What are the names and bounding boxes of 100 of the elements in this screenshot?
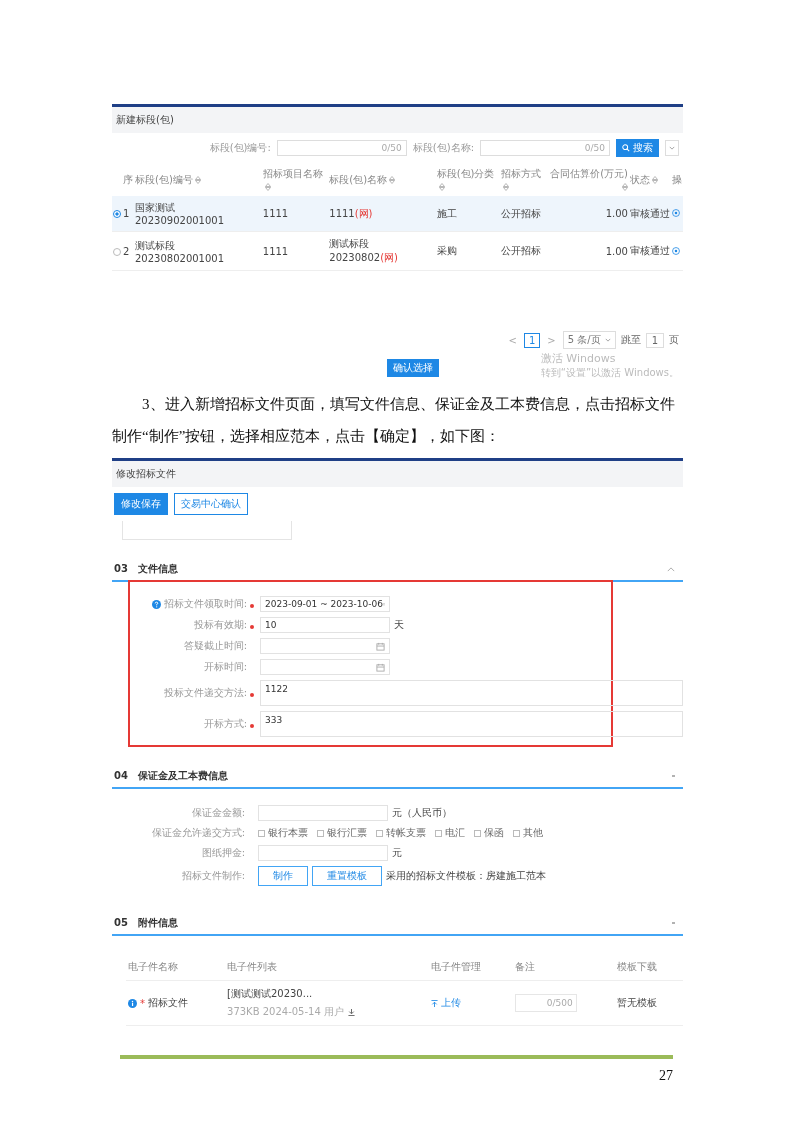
table-cell: 1.00 <box>605 245 628 257</box>
column-header: 序 <box>123 173 133 185</box>
column-header: 备注 <box>514 961 535 972</box>
section-header: 05 附件信息 <box>112 912 683 936</box>
checkbox[interactable]: 其他 <box>513 826 543 840</box>
unit-text: 元 <box>392 846 402 860</box>
upload-icon <box>431 999 439 1007</box>
table-cell: 招标文件 <box>148 996 188 1010</box>
table-cell: 1111 <box>329 207 355 219</box>
template-button[interactable]: 重置模板 <box>312 866 382 886</box>
column-header: 电子件管理 <box>431 961 482 972</box>
template-button[interactable]: 制作 <box>258 866 308 886</box>
text-area[interactable]: 1122 <box>260 680 683 706</box>
table-cell: 采购 <box>436 245 457 256</box>
input-field[interactable] <box>258 845 388 861</box>
instruction-paragraph: 3、进入新增招标文件页面，填写文件信息、保证金及工本费信息，点击招标文件制作“制作”按钮，选择相应范本，点击【确定】，如下图： <box>112 395 676 446</box>
section-header: 03 文件信息 <box>112 558 683 582</box>
network-tag: (网) <box>354 207 373 219</box>
table-cell: 审核通过 <box>629 245 670 256</box>
sort-icon[interactable] <box>621 183 628 191</box>
column-header: 电子件列表 <box>227 961 277 972</box>
date-field[interactable] <box>260 638 390 654</box>
caret-icon <box>604 338 611 342</box>
table-cell: 1 <box>123 208 130 219</box>
column-header: 电子件名称 <box>128 961 178 972</box>
chevron-up-icon[interactable] <box>667 566 675 572</box>
row-radio[interactable] <box>113 210 121 218</box>
calendar-icon[interactable] <box>376 641 385 651</box>
table-cell: 公开招标 <box>500 245 541 256</box>
field-label: 投标有效期: <box>193 618 247 632</box>
checkbox[interactable]: 转帐支票 <box>376 826 426 840</box>
date-field[interactable]: 2023-09-01 ~ 2023-10-06 <box>260 596 390 612</box>
table-cell: 施工 <box>436 207 457 219</box>
table-cell: 测试标段20230802 <box>329 238 381 263</box>
jump-label: 跳至 <box>620 333 641 347</box>
sort-icon[interactable] <box>264 183 271 191</box>
sort-icon[interactable] <box>194 175 201 184</box>
column-header: 合同估算价(万元) <box>550 168 628 179</box>
column-header: 状态 <box>629 173 650 185</box>
column-header: 招标方式 <box>500 168 541 179</box>
column-header: 标段(包)名称 <box>329 173 388 185</box>
field-label: 答疑截止时间: <box>183 639 247 653</box>
file-meta: 373KB 2024-05-14 用户 <box>227 1005 344 1019</box>
caret-icon <box>669 146 675 150</box>
checkbox[interactable]: 银行汇票 <box>317 826 367 840</box>
table-cell: 2 <box>123 245 130 257</box>
sort-icon[interactable] <box>502 183 509 191</box>
section-header: 04 保证金及工本费信息 <box>112 765 683 789</box>
text-area[interactable]: 333 <box>260 711 683 737</box>
confirm-button[interactable]: 确认选择 <box>387 359 439 377</box>
required-marker: * <box>140 997 145 1009</box>
file-link[interactable]: [测试测试20230... <box>227 987 428 1001</box>
sort-icon[interactable] <box>389 175 396 184</box>
page-jump-field[interactable]: 1 <box>645 332 664 348</box>
upload-button[interactable]: 上传 <box>431 996 462 1010</box>
column-header: 标段(包)编号 <box>135 173 193 185</box>
field-label: 开标方式: <box>203 717 247 731</box>
panel-title: 修改招标文件 <box>112 461 683 487</box>
panel-title: 新建标段(包) <box>112 107 683 133</box>
page-suffix: 页 <box>669 333 679 347</box>
field-label: 招标文件制作: <box>181 869 245 883</box>
action-button[interactable]: 修改保存 <box>114 493 168 515</box>
calendar-icon[interactable] <box>376 662 385 672</box>
column-header: 标段(包)分类 <box>436 168 495 179</box>
table-cell: 1.00 <box>605 208 628 219</box>
view-icon[interactable] <box>671 246 680 255</box>
view-icon[interactable] <box>671 209 680 217</box>
info-icon <box>128 998 137 1008</box>
field-label: 图纸押金: <box>201 846 245 860</box>
action-button[interactable]: 交易中心确认 <box>174 493 248 515</box>
page-button[interactable]: 1 <box>523 332 541 348</box>
unit-text: 元（人民币） <box>392 806 452 820</box>
column-header: 操 <box>671 173 682 185</box>
filter-label: 标段(包)编号: <box>209 141 271 155</box>
network-tag: (网) <box>380 252 398 263</box>
checkbox[interactable]: 银行本票 <box>258 826 308 840</box>
checkbox[interactable]: 保函 <box>474 826 504 840</box>
search-icon <box>622 144 630 152</box>
dropdown-button[interactable] <box>665 140 679 156</box>
sort-icon[interactable] <box>438 183 445 191</box>
table-cell: 公开招标 <box>500 207 541 219</box>
activation-notice: 激活 Windows <box>540 351 617 366</box>
field-label: 保证金金额: <box>191 806 245 820</box>
download-icon[interactable] <box>348 1008 355 1016</box>
column-header: 招标项目名称 <box>262 168 323 179</box>
column-header: 模板下载 <box>616 961 657 972</box>
field-label: 投标文件递交方法: <box>163 686 247 700</box>
filter-label: 标段(包)名称: <box>412 141 474 155</box>
sort-icon[interactable] <box>651 175 658 184</box>
table-cell: 暂无模板 <box>616 997 657 1008</box>
field-label: 招标文件领取时间: <box>163 597 247 611</box>
search-button[interactable]: 搜索 <box>616 139 659 157</box>
checkbox[interactable]: 电汇 <box>435 826 465 840</box>
date-field[interactable] <box>260 659 390 675</box>
input-field[interactable]: 10 <box>260 617 390 633</box>
input-field[interactable] <box>258 805 388 821</box>
help-icon[interactable] <box>151 599 161 609</box>
field-label: 开标时间: <box>203 660 247 674</box>
page-number: 27 <box>659 1068 673 1084</box>
page-size-select[interactable]: 5 条/页 <box>562 331 616 349</box>
